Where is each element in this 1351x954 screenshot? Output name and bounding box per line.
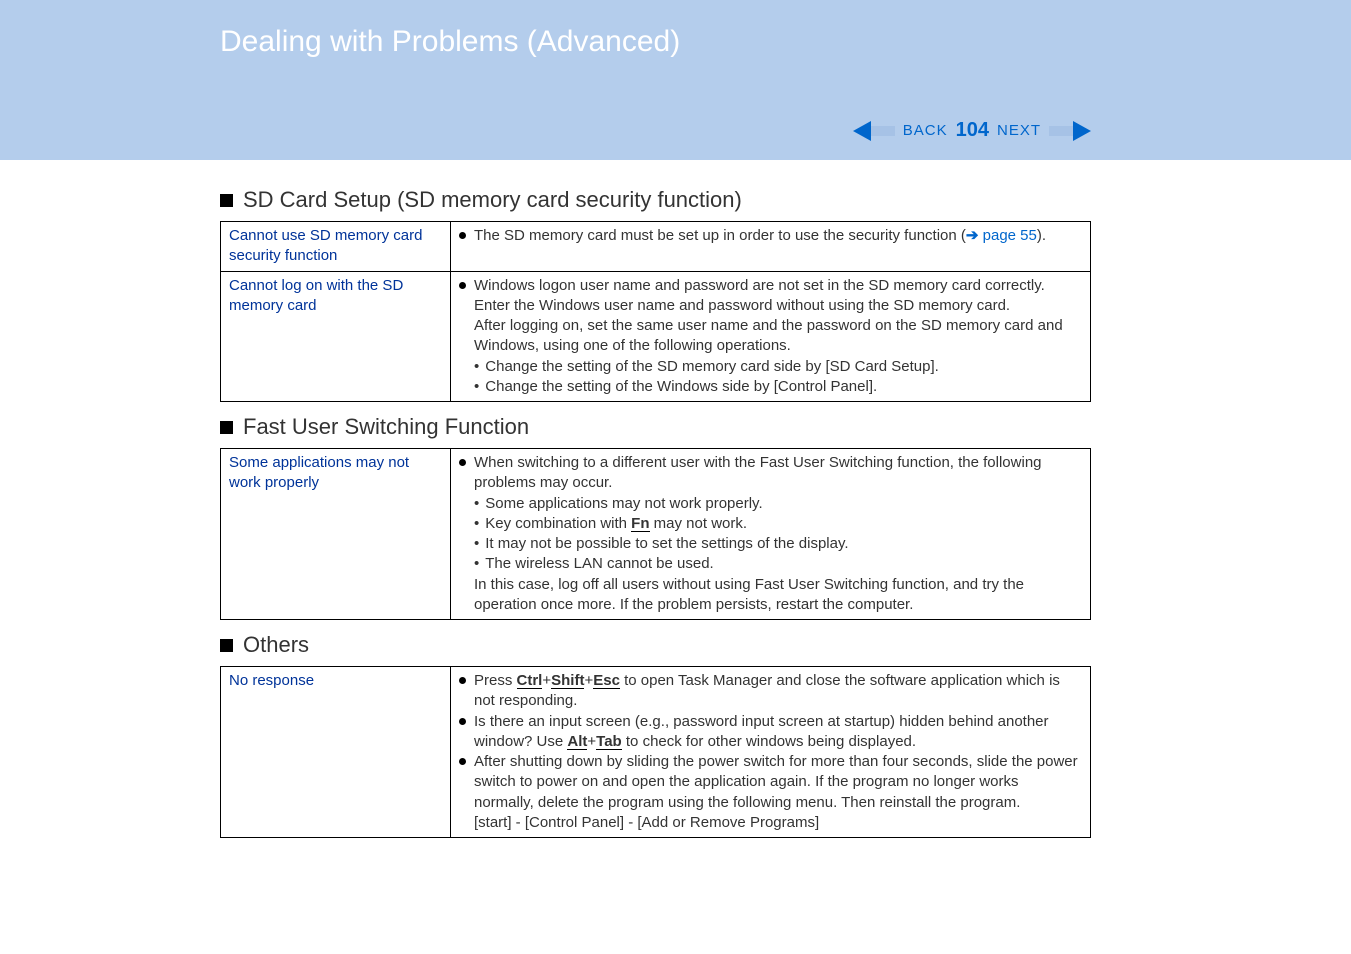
section-heading-sd-card: SD Card Setup (SD memory card security f…	[220, 187, 1091, 213]
plus-separator: +	[542, 672, 551, 689]
solution-text: After shutting down by sliding the power…	[474, 752, 1082, 813]
table-others: No response Press Ctrl+Shift+Esc to open…	[220, 666, 1091, 838]
solution-subtext: Key combination with	[485, 515, 631, 532]
solution-text: to check for other windows being display…	[622, 733, 916, 750]
bullet-icon	[459, 459, 466, 466]
section-title: SD Card Setup (SD memory card security f…	[243, 187, 742, 213]
arrow-left-icon	[853, 121, 871, 141]
bullet-icon	[459, 677, 466, 684]
solution-subtext: Change the setting of the Windows side b…	[485, 377, 877, 397]
solution-text-end: ).	[1037, 227, 1046, 244]
solution-cell: The SD memory card must be set up in ord…	[451, 222, 1091, 272]
arrow-right-icon	[1073, 121, 1091, 141]
table-sd-card: Cannot use SD memory card security funct…	[220, 221, 1091, 402]
sub-bullet-icon: •	[474, 377, 479, 397]
keycap-shift: Shift	[551, 673, 584, 689]
solution-text: In this case, log off all users without …	[474, 575, 1082, 616]
sub-bullet-icon: •	[474, 357, 479, 377]
solution-cell: Press Ctrl+Shift+Esc to open Task Manage…	[451, 667, 1091, 838]
nav-bar: BACK 104 NEXT	[853, 119, 1091, 142]
solution-text: Windows logon user name and password are…	[474, 276, 1082, 296]
problem-cell: Some applications may not work properly	[221, 449, 451, 620]
problem-cell: Cannot log on with the SD memory card	[221, 271, 451, 402]
sub-bullet-icon: •	[474, 494, 479, 514]
section-heading-others: Others	[220, 632, 1091, 658]
sub-bullet-icon: •	[474, 534, 479, 554]
square-bullet-icon	[220, 194, 233, 207]
bullet-icon	[459, 758, 466, 765]
solution-text: After logging on, set the same user name…	[474, 316, 1082, 357]
bullet-icon	[459, 282, 466, 289]
section-heading-fast-user: Fast User Switching Function	[220, 414, 1091, 440]
solution-text: When switching to a different user with …	[474, 453, 1082, 494]
solution-text: The SD memory card must be set up in ord…	[474, 227, 966, 244]
plus-separator: +	[587, 733, 596, 750]
solution-subtext: Change the setting of the SD memory card…	[485, 357, 939, 377]
solution-text: [start] - [Control Panel] - [Add or Remo…	[474, 813, 1082, 833]
square-bullet-icon	[220, 639, 233, 652]
keycap-fn: Fn	[631, 516, 649, 532]
next-link[interactable]	[1049, 121, 1091, 141]
back-link[interactable]	[853, 121, 895, 141]
solution-subtext: It may not be possible to set the settin…	[485, 534, 848, 554]
keycap-ctrl: Ctrl	[517, 673, 543, 689]
section-title: Others	[243, 632, 309, 658]
arrow-icon: ➔	[966, 227, 983, 244]
table-fast-user: Some applications may not work properly …	[220, 448, 1091, 620]
table-row: Some applications may not work properly …	[221, 449, 1091, 620]
solution-subtext: Some applications may not work properly.	[485, 494, 762, 514]
solution-subtext: may not work.	[650, 515, 748, 532]
table-row: Cannot use SD memory card security funct…	[221, 222, 1091, 272]
sub-bullet-icon: •	[474, 554, 479, 574]
page-number: 104	[956, 119, 989, 142]
problem-cell: Cannot use SD memory card security funct…	[221, 222, 451, 272]
solution-cell: When switching to a different user with …	[451, 449, 1091, 620]
plus-separator: +	[584, 672, 593, 689]
solution-cell: Windows logon user name and password are…	[451, 271, 1091, 402]
section-title: Fast User Switching Function	[243, 414, 529, 440]
next-label[interactable]: NEXT	[997, 122, 1041, 139]
solution-subtext: The wireless LAN cannot be used.	[485, 554, 713, 574]
table-row: Cannot log on with the SD memory card Wi…	[221, 271, 1091, 402]
page-title: Dealing with Problems (Advanced)	[0, 0, 1351, 59]
table-row: No response Press Ctrl+Shift+Esc to open…	[221, 667, 1091, 838]
page-link[interactable]: page 55	[983, 227, 1037, 244]
bullet-icon	[459, 232, 466, 239]
arrow-right-stem-icon	[1049, 126, 1073, 136]
keycap-esc: Esc	[593, 673, 620, 689]
back-label[interactable]: BACK	[903, 122, 948, 139]
sub-bullet-icon: •	[474, 514, 479, 534]
square-bullet-icon	[220, 421, 233, 434]
solution-text: Press	[474, 672, 517, 689]
keycap-tab: Tab	[596, 734, 622, 750]
keycap-alt: Alt	[567, 734, 587, 750]
problem-cell: No response	[221, 667, 451, 838]
bullet-icon	[459, 718, 466, 725]
content: SD Card Setup (SD memory card security f…	[0, 160, 1351, 838]
arrow-left-stem-icon	[871, 126, 895, 136]
solution-text: Enter the Windows user name and password…	[474, 296, 1082, 316]
header-band: Dealing with Problems (Advanced) BACK 10…	[0, 0, 1351, 160]
